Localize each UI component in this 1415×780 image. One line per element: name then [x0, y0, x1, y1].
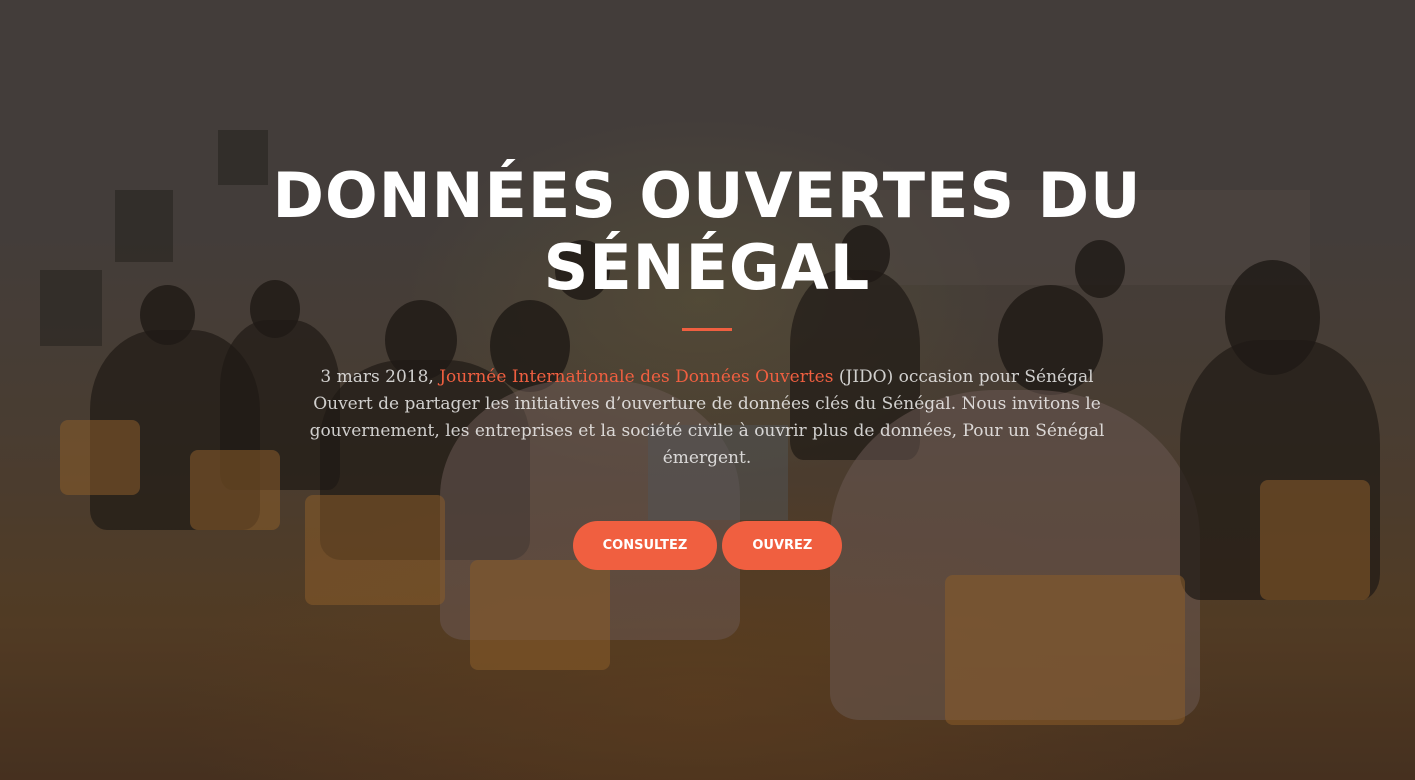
- hero-content: DONNÉES OUVERTES DU SÉNÉGAL 3 mars 2018,…: [0, 0, 1415, 780]
- consultez-button[interactable]: CONSULTEZ: [572, 521, 718, 570]
- jido-link[interactable]: Journée Internationale des Données Ouver…: [439, 367, 833, 387]
- title-divider: [682, 328, 732, 331]
- ouvrez-button[interactable]: OUVREZ: [722, 521, 843, 570]
- description-prefix: 3 mars 2018,: [320, 367, 440, 387]
- hero-description: 3 mars 2018, Journée Internationale des …: [302, 364, 1112, 472]
- hero-title: DONNÉES OUVERTES DU SÉNÉGAL: [272, 159, 1142, 304]
- hero-buttons: CONSULTEZ OUVREZ: [0, 521, 1415, 570]
- hero-section: DONNÉES OUVERTES DU SÉNÉGAL 3 mars 2018,…: [0, 0, 1415, 780]
